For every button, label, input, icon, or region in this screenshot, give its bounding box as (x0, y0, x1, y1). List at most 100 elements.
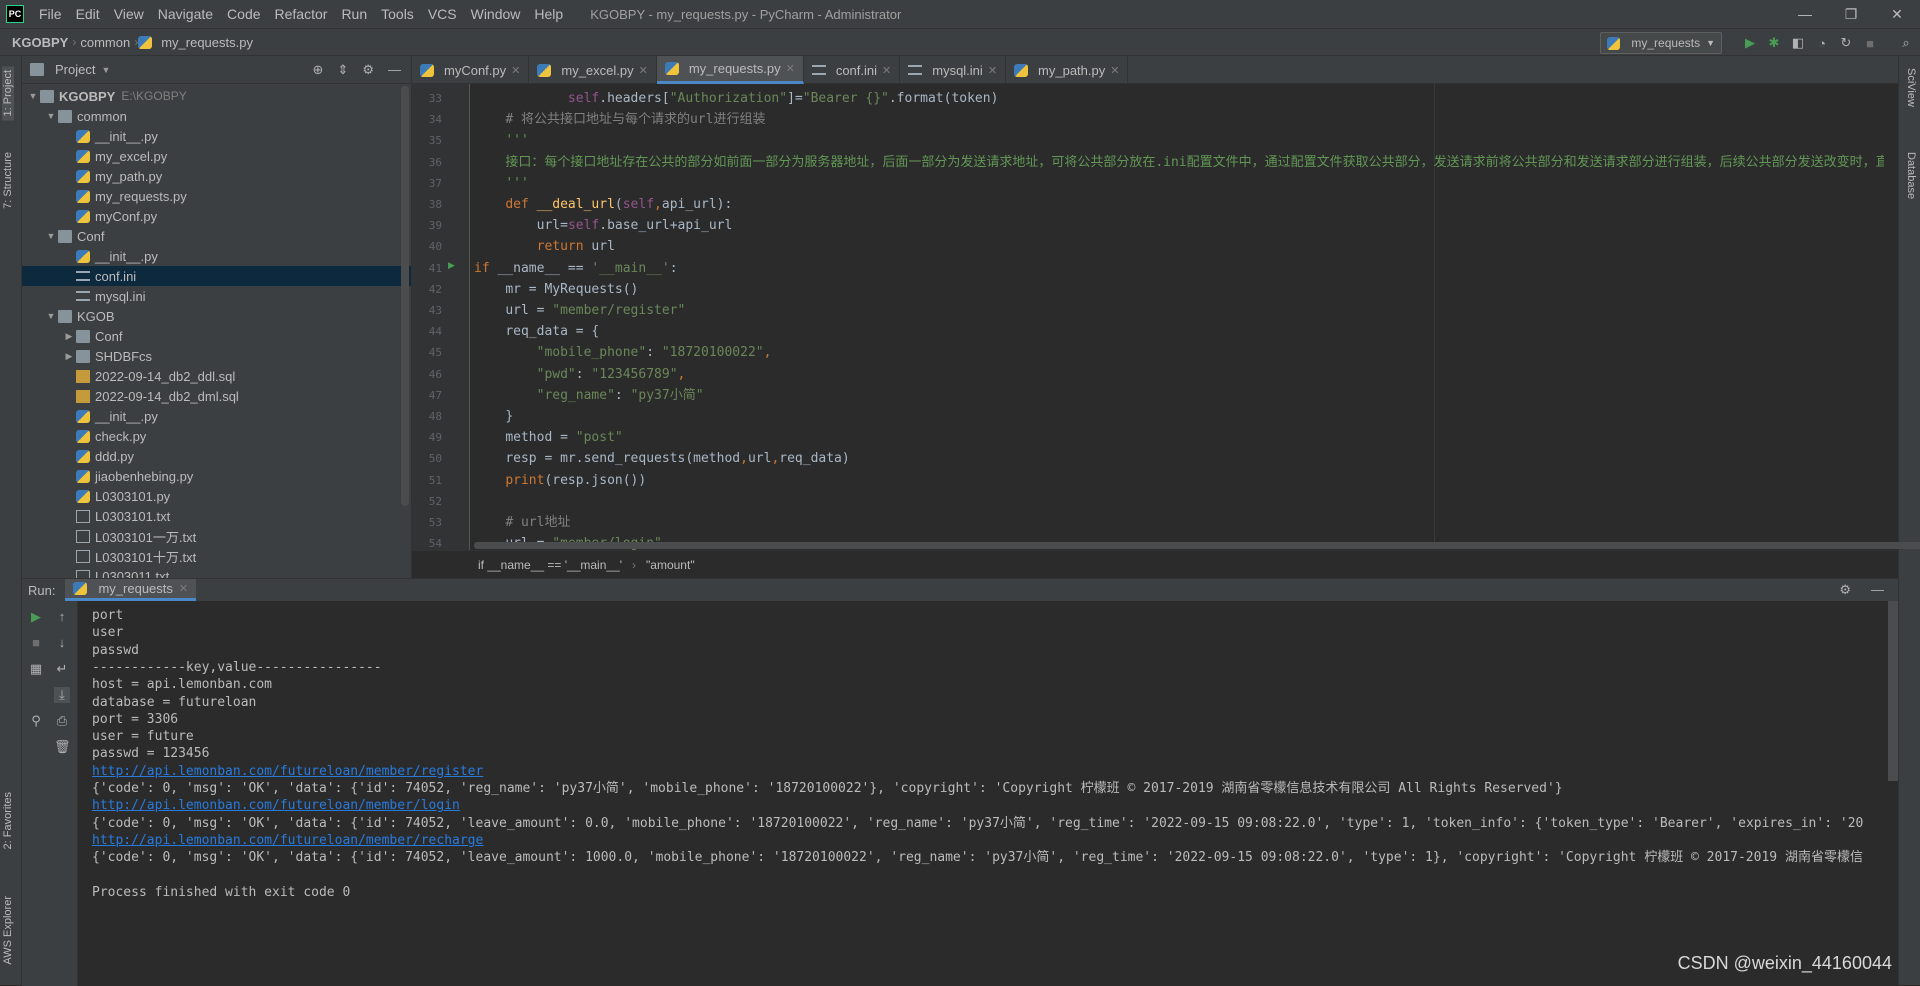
close-icon[interactable]: ✕ (1110, 64, 1119, 77)
tree-node[interactable]: __init__.py (22, 246, 411, 266)
scroll-down-icon[interactable]: ↓ (54, 635, 70, 651)
menu-refactor[interactable]: Refactor (268, 0, 335, 28)
tree-node[interactable]: L0303101.txt (22, 506, 411, 526)
tree-node[interactable]: L0303011.txt (22, 566, 411, 578)
code-editor[interactable]: self.headers["Authorization"]="Bearer {}… (474, 84, 1884, 550)
chevron-down-icon[interactable]: ▼ (26, 91, 40, 101)
restore-button[interactable]: ❐ (1828, 0, 1874, 28)
chevron-down-icon[interactable]: ▼ (44, 111, 58, 121)
menu-window[interactable]: Window (464, 0, 528, 28)
tree-node[interactable]: ddd.py (22, 446, 411, 466)
chevron-right-icon[interactable]: ▶ (62, 351, 76, 362)
code-breadcrumb-item[interactable]: if __name__ == '__main__' (478, 558, 622, 572)
layout-icon[interactable]: ▦ (28, 661, 44, 677)
tree-node[interactable]: ▼ KGOBPY E:\KGOBPY (22, 86, 411, 106)
menu-code[interactable]: Code (220, 0, 267, 28)
breadcrumb-file[interactable]: my_requests.py (157, 35, 257, 50)
rerun-icon[interactable]: ▶ (28, 609, 44, 625)
menu-vcs[interactable]: VCS (421, 0, 464, 28)
tree-node[interactable]: ▼ common (22, 106, 411, 126)
menu-file[interactable]: File (32, 0, 69, 28)
project-scrollbar[interactable] (401, 86, 409, 506)
tree-node[interactable]: ▼ Conf (22, 226, 411, 246)
breadcrumb-project[interactable]: KGOBPY (0, 35, 72, 50)
editor-tab[interactable]: my_path.py ✕ (1006, 56, 1129, 84)
debug-icon[interactable]: ✱ (1766, 35, 1782, 51)
locate-icon[interactable]: ⊕ (313, 62, 324, 78)
trash-icon[interactable]: 🗑 (54, 739, 71, 755)
tree-node[interactable]: L0303101.py (22, 486, 411, 506)
sciview-tool-tab[interactable]: SciView (1905, 68, 1917, 107)
tree-node[interactable]: ▶ Conf (22, 326, 411, 346)
tree-node[interactable]: ▶ SHDBFcs (22, 346, 411, 366)
console-output[interactable]: port user passwd ------------key,value-----… (82, 601, 1892, 986)
aws-explorer-tool-tab[interactable]: AWS Explorer (2, 896, 14, 965)
run-gutter-icon[interactable]: ▶ (448, 260, 455, 271)
tree-node[interactable]: my_requests.py (22, 186, 411, 206)
close-button[interactable]: ✕ (1874, 0, 1920, 28)
tree-node[interactable]: L0303101十万.txt (22, 546, 411, 566)
print-icon[interactable]: ⎙ (54, 713, 70, 729)
profile-icon[interactable]: ◔ (1814, 35, 1830, 51)
stop-icon[interactable]: ■ (1862, 35, 1878, 51)
project-panel-title[interactable]: Project (55, 62, 95, 77)
editor-tab[interactable]: mysql.ini ✕ (900, 56, 1007, 84)
stop-icon[interactable]: ■ (28, 635, 44, 651)
editor-tab[interactable]: my_requests.py ✕ (656, 56, 804, 84)
menu-tools[interactable]: Tools (374, 0, 421, 28)
editor-tab[interactable]: my_excel.py ✕ (529, 56, 657, 84)
chevron-down-icon[interactable]: ▼ (44, 231, 58, 241)
breadcrumb-folder[interactable]: common (76, 35, 134, 50)
close-icon[interactable]: ✕ (639, 64, 648, 77)
close-icon[interactable]: ✕ (882, 64, 891, 77)
tree-node[interactable]: my_excel.py (22, 146, 411, 166)
chevron-right-icon[interactable]: ▶ (62, 331, 76, 342)
run-concurrency-icon[interactable]: ↻ (1838, 35, 1854, 51)
project-tool-tab[interactable]: 1: Project (2, 66, 14, 121)
tree-node[interactable]: 2022-09-14_db2_dml.sql (22, 386, 411, 406)
close-icon[interactable]: ✕ (988, 64, 997, 77)
run-configuration-select[interactable]: my_requests ▼ (1600, 32, 1722, 54)
pin-icon[interactable]: ⚲ (28, 713, 44, 729)
editor-tab[interactable]: myConf.py ✕ (412, 56, 530, 84)
gear-icon[interactable]: ⚙ (362, 62, 374, 78)
menu-view[interactable]: View (107, 0, 151, 28)
run-tab-my-requests[interactable]: my_requests ✕ (65, 579, 197, 601)
coverage-icon[interactable]: ◧ (1790, 35, 1806, 51)
structure-tool-tab[interactable]: 7: Structure (2, 152, 14, 209)
hide-icon[interactable]: — (1871, 582, 1884, 598)
close-icon[interactable]: ✕ (179, 582, 188, 595)
close-icon[interactable]: ✕ (786, 62, 795, 75)
chevron-down-icon[interactable]: ▼ (44, 311, 58, 321)
hide-icon[interactable]: — (388, 62, 401, 78)
tree-node[interactable]: my_path.py (22, 166, 411, 186)
close-icon[interactable]: ✕ (511, 64, 520, 77)
scroll-to-end-icon[interactable]: ⤓ (54, 687, 70, 703)
soft-wrap-icon[interactable]: ↵ (54, 661, 70, 677)
minimize-button[interactable]: — (1782, 0, 1828, 28)
favorites-tool-tab[interactable]: 2: Favorites (2, 792, 14, 849)
tree-node[interactable]: conf.ini (22, 266, 411, 286)
tree-node[interactable]: mysql.ini (22, 286, 411, 306)
database-tool-tab[interactable]: Database (1905, 152, 1917, 199)
gear-icon[interactable]: ⚙ (1839, 582, 1851, 598)
tree-node[interactable]: check.py (22, 426, 411, 446)
tree-node[interactable]: 2022-09-14_db2_ddl.sql (22, 366, 411, 386)
menu-edit[interactable]: Edit (69, 0, 107, 28)
menu-run[interactable]: Run (334, 0, 374, 28)
chevron-down-icon[interactable]: ▼ (101, 65, 110, 75)
collapse-all-icon[interactable]: ⇕ (337, 62, 348, 78)
tree-node[interactable]: jiaobenhebing.py (22, 466, 411, 486)
editor-horizontal-scrollbar[interactable] (474, 542, 1920, 549)
menu-navigate[interactable]: Navigate (151, 0, 220, 28)
editor-tab[interactable]: conf.ini ✕ (804, 56, 901, 84)
tree-node[interactable]: L0303101一万.txt (22, 526, 411, 546)
scroll-up-icon[interactable]: ↑ (54, 609, 70, 625)
tree-node[interactable]: myConf.py (22, 206, 411, 226)
tree-node[interactable]: __init__.py (22, 126, 411, 146)
tree-node[interactable]: ▼ KGOB (22, 306, 411, 326)
menu-help[interactable]: Help (527, 0, 570, 28)
search-icon[interactable]: ⌕ (1898, 35, 1914, 51)
code-breadcrumb-item[interactable]: "amount" (646, 558, 695, 572)
tree-node[interactable]: __init__.py (22, 406, 411, 426)
